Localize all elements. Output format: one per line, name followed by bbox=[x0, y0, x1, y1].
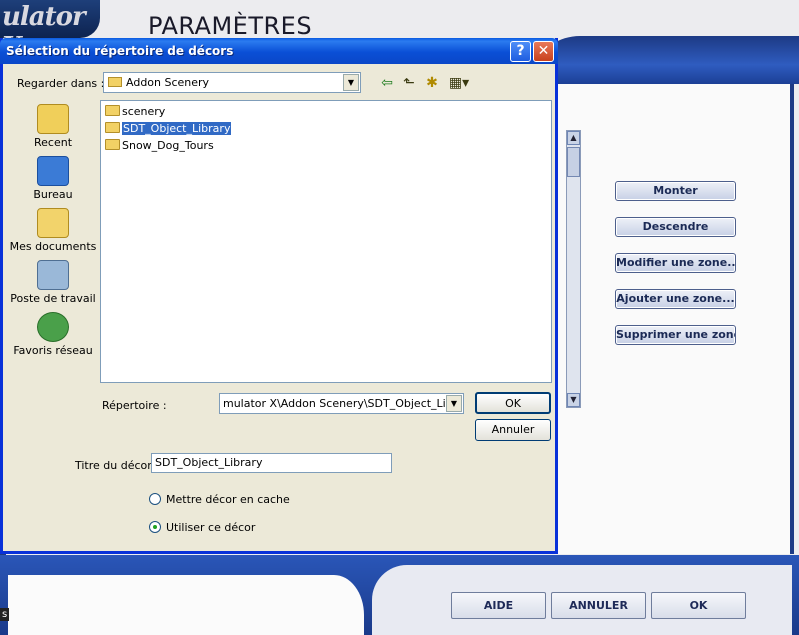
app-footer-label: s bbox=[0, 608, 10, 621]
folder-icon bbox=[105, 105, 120, 116]
edit-area-button[interactable]: Modifier une zone... bbox=[615, 253, 736, 273]
directory-dropdown[interactable]: mulator X\Addon Scenery\SDT_Object_Libra… bbox=[219, 393, 464, 414]
folder-icon bbox=[105, 139, 120, 150]
cache-scenery-label[interactable]: Mettre décor en cache bbox=[166, 493, 290, 506]
dialog-titlebar[interactable]: Sélection du répertoire de décors ? ✕ bbox=[0, 38, 558, 64]
scroll-down-icon[interactable]: ▼ bbox=[567, 393, 580, 407]
back-icon[interactable]: ⇦ bbox=[377, 74, 397, 92]
desktop-icon bbox=[37, 156, 69, 186]
cancel-app-button[interactable]: ANNULER bbox=[551, 592, 646, 619]
place-desktop[interactable]: Bureau bbox=[7, 156, 99, 201]
close-icon[interactable]: ✕ bbox=[533, 41, 554, 62]
list-item-label: scenery bbox=[122, 105, 166, 118]
list-item[interactable]: scenery bbox=[105, 104, 165, 120]
list-item-selected[interactable]: SDT_Object_Library bbox=[105, 121, 232, 137]
file-list[interactable]: scenery SDT_Object_Library Snow_Dog_Tour… bbox=[100, 100, 552, 383]
scroll-up-icon[interactable]: ▲ bbox=[567, 131, 580, 145]
app-main-panel bbox=[556, 84, 794, 554]
scenery-title-label: Titre du décor : bbox=[75, 459, 159, 472]
move-up-button[interactable]: Monter bbox=[615, 181, 736, 201]
new-folder-icon[interactable]: ✱ bbox=[422, 74, 442, 92]
scenery-list-scrollbar[interactable]: ▲ ▼ bbox=[566, 130, 581, 408]
scenery-title-field[interactable]: SDT_Object_Library bbox=[151, 453, 392, 473]
help-button[interactable]: AIDE bbox=[451, 592, 546, 619]
list-item[interactable]: Snow_Dog_Tours bbox=[105, 138, 214, 154]
up-folder-icon[interactable]: ⬑ bbox=[399, 74, 419, 92]
place-network[interactable]: Favoris réseau bbox=[7, 312, 99, 357]
page-title: PARAMÈTRES bbox=[148, 12, 313, 40]
help-icon[interactable]: ? bbox=[510, 41, 531, 62]
add-area-button[interactable]: Ajouter une zone... bbox=[615, 289, 736, 309]
place-recent-label: Recent bbox=[33, 136, 73, 149]
my-computer-icon bbox=[37, 260, 69, 290]
app-header-band bbox=[540, 36, 799, 84]
place-desktop-label: Bureau bbox=[33, 188, 73, 201]
place-computer-label: Poste de travail bbox=[10, 292, 96, 305]
place-documents[interactable]: Mes documents bbox=[7, 208, 99, 253]
recent-icon bbox=[37, 104, 69, 134]
use-scenery-label[interactable]: Utiliser ce décor bbox=[166, 521, 255, 534]
directory-value: mulator X\Addon Scenery\SDT_Object_Libra… bbox=[223, 397, 445, 410]
look-in-label: Regarder dans : bbox=[17, 77, 105, 90]
my-documents-icon bbox=[37, 208, 69, 238]
look-in-text: Addon Scenery bbox=[126, 76, 210, 89]
dialog-title: Sélection du répertoire de décors bbox=[6, 44, 234, 58]
use-scenery-radio[interactable] bbox=[149, 521, 161, 533]
cache-scenery-radio[interactable] bbox=[149, 493, 161, 505]
chevron-down-icon[interactable]: ▼ bbox=[446, 395, 462, 412]
look-in-dropdown[interactable]: Addon Scenery ▼ bbox=[103, 72, 361, 93]
chevron-down-icon[interactable]: ▼ bbox=[343, 74, 359, 91]
place-network-label: Favoris réseau bbox=[13, 344, 93, 357]
places-bar: Recent Bureau Mes documents Poste de tra… bbox=[7, 100, 96, 370]
scroll-thumb[interactable] bbox=[567, 147, 580, 177]
move-down-button[interactable]: Descendre bbox=[615, 217, 736, 237]
app-logo-text: ulator X bbox=[2, 2, 86, 38]
app-logo: ulator X bbox=[0, 0, 100, 38]
folder-select-dialog: Sélection du répertoire de décors ? ✕ Re… bbox=[0, 38, 558, 554]
ok-button[interactable]: OK bbox=[475, 392, 551, 414]
place-documents-label: Mes documents bbox=[9, 240, 97, 253]
list-item-label: Snow_Dog_Tours bbox=[122, 139, 214, 152]
list-item-label: SDT_Object_Library bbox=[122, 122, 232, 135]
cancel-button[interactable]: Annuler bbox=[475, 419, 551, 441]
app-footer-panel bbox=[8, 575, 364, 635]
view-menu-icon[interactable]: ▦▾ bbox=[445, 74, 473, 92]
delete-area-button[interactable]: Supprimer une zone bbox=[615, 325, 736, 345]
network-places-icon bbox=[37, 312, 69, 342]
directory-label: Répertoire : bbox=[102, 399, 167, 412]
look-in-value: Addon Scenery bbox=[108, 76, 209, 89]
ok-app-button[interactable]: OK bbox=[651, 592, 746, 619]
folder-icon bbox=[108, 77, 122, 87]
place-recent[interactable]: Recent bbox=[7, 104, 99, 149]
place-computer[interactable]: Poste de travail bbox=[7, 260, 99, 305]
folder-icon bbox=[105, 122, 120, 133]
